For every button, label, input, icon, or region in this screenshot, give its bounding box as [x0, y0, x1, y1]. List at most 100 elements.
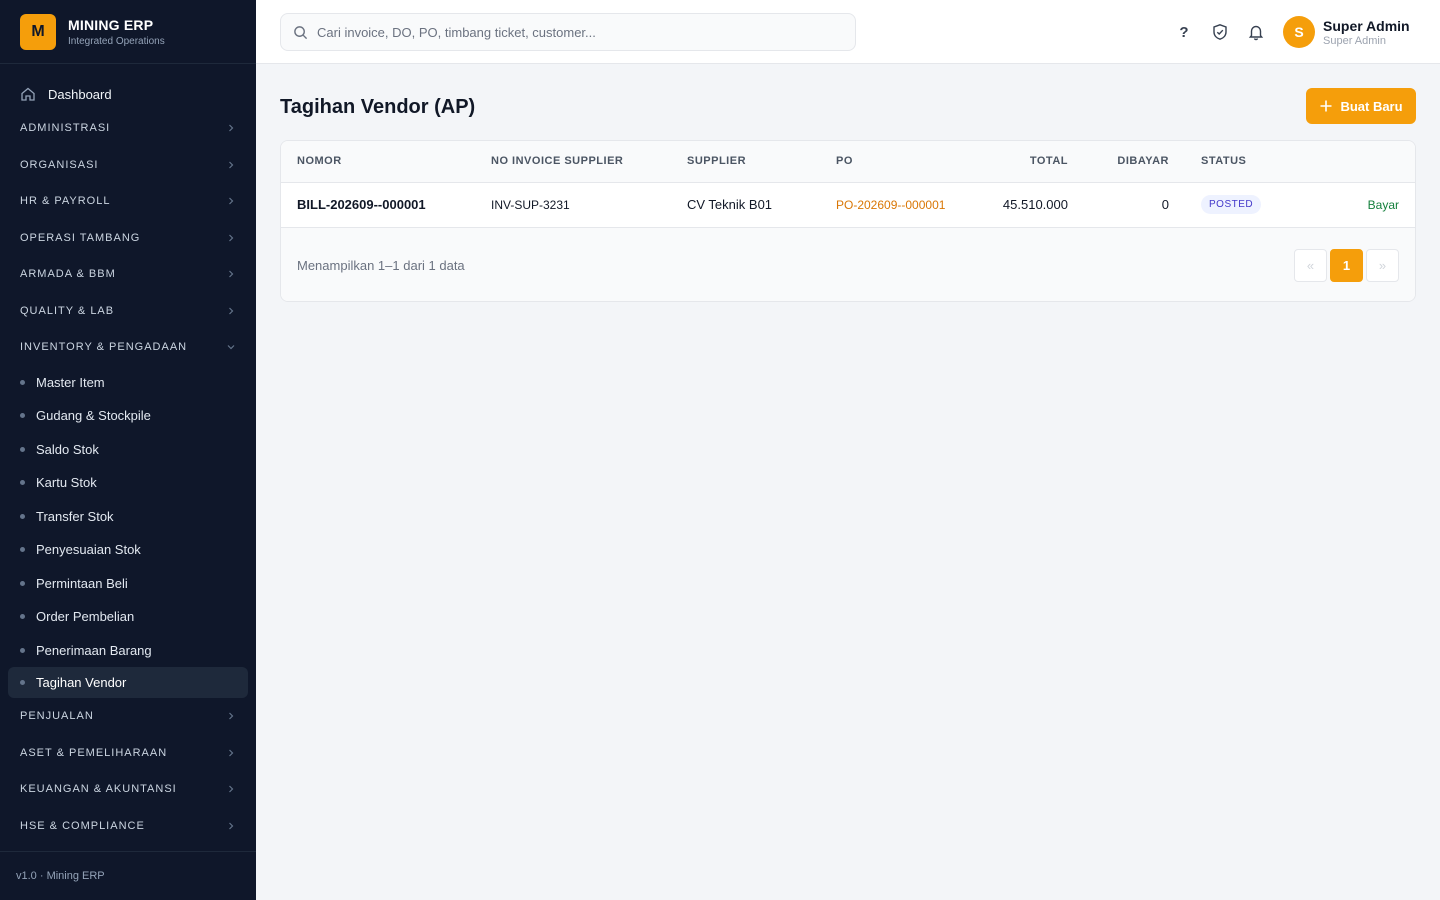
- sidebar-item-saldo-stok[interactable]: Saldo Stok: [8, 433, 248, 467]
- col-header-dibayar[interactable]: DIBAYAR: [1068, 141, 1169, 182]
- sidebar-footer: v1.0 · Mining ERP: [0, 851, 256, 900]
- sidebar-item-transfer-stok[interactable]: Transfer Stok: [8, 500, 248, 534]
- sidebar-item-label: Penerimaan Barang: [36, 642, 152, 658]
- pagination-summary: Menampilkan 1–1 dari 1 data: [297, 257, 465, 273]
- help-icon: ?: [1179, 23, 1189, 41]
- col-header-total[interactable]: TOTAL: [966, 141, 1068, 182]
- bullet-icon: [20, 413, 25, 419]
- sidebar-item-master-item[interactable]: Master Item: [8, 366, 248, 400]
- bullet-icon: [20, 480, 25, 486]
- avatar: S: [1283, 16, 1315, 48]
- sidebar-item-label: Transfer Stok: [36, 508, 114, 524]
- chevron-right-icon: [229, 712, 234, 720]
- col-header-invoice[interactable]: NO INVOICE SUPPLIER: [491, 141, 687, 182]
- sidebar-group-aset-pemeliharaan[interactable]: ASET & PEMELIHARAAN: [8, 735, 248, 772]
- user-name: Super Admin: [1323, 17, 1410, 34]
- brand-subtitle: Integrated Operations: [68, 35, 165, 47]
- next-page-button[interactable]: »: [1366, 248, 1399, 282]
- page-title: Tagihan Vendor (AP): [280, 96, 476, 118]
- col-header-po[interactable]: PO: [836, 141, 966, 182]
- group-label: ORGANISASI: [20, 158, 99, 171]
- bullet-icon: [20, 513, 25, 519]
- col-header-nomor[interactable]: NOMOR: [281, 141, 491, 182]
- security-button[interactable]: [1208, 20, 1232, 44]
- sidebar-item-penyesuaian-stok[interactable]: Penyesuaian Stok: [8, 533, 248, 567]
- prev-page-button[interactable]: «: [1294, 248, 1327, 282]
- chevron-right-icon: [229, 270, 234, 278]
- chevron-right-icon: [229, 822, 234, 830]
- pay-link[interactable]: Bayar: [1368, 198, 1399, 212]
- sidebar-item-dashboard[interactable]: Dashboard: [8, 78, 248, 110]
- search-input[interactable]: [317, 24, 837, 40]
- cell-nomor[interactable]: BILL-202609--000001: [281, 182, 491, 227]
- bullet-icon: [20, 446, 25, 452]
- brand-logo: M: [20, 13, 56, 50]
- group-label: QUALITY & LAB: [20, 304, 115, 317]
- sidebar-item-kartu-stok[interactable]: Kartu Stok: [8, 466, 248, 500]
- cell-supplier: CV Teknik B01: [687, 197, 773, 212]
- shield-check-icon: [1213, 24, 1227, 40]
- notifications-button[interactable]: [1244, 20, 1268, 44]
- col-header-supplier[interactable]: SUPPLIER: [687, 141, 836, 182]
- sidebar-group-hse-compliance[interactable]: HSE & COMPLIANCE: [8, 808, 248, 845]
- search-box[interactable]: [280, 13, 856, 51]
- sidebar: M MINING ERP Integrated Operations Dashb…: [0, 0, 256, 900]
- chevron-right-icon: [229, 197, 234, 205]
- cell-po-link[interactable]: PO-202609--000001: [836, 182, 966, 227]
- sidebar-nav: Dashboard ADMINISTRASI ORGANISASI HR & P…: [0, 64, 256, 844]
- sidebar-group-administrasi[interactable]: ADMINISTRASI: [8, 110, 248, 147]
- sidebar-group-penjualan[interactable]: PENJUALAN: [8, 698, 248, 735]
- group-label: INVENTORY & PENGADAAN: [20, 341, 188, 354]
- table-footer: Menampilkan 1–1 dari 1 data « 1 »: [281, 227, 1415, 301]
- sidebar-item-label: Dashboard: [48, 86, 112, 102]
- chevron-right-icon: [229, 161, 234, 169]
- bullet-icon: [20, 379, 25, 385]
- bills-table-card: NOMOR NO INVOICE SUPPLIER SUPPLIER PO TO…: [280, 140, 1416, 302]
- chevron-right-icon: [229, 749, 234, 757]
- brand-name: MINING ERP: [68, 16, 154, 33]
- bullet-icon: [20, 680, 25, 685]
- sidebar-group-keuangan-akuntansi[interactable]: KEUANGAN & AKUNTANSI: [8, 771, 248, 808]
- help-button[interactable]: ?: [1172, 20, 1196, 44]
- user-role: Super Admin: [1323, 34, 1386, 47]
- sidebar-item-label: Penyesuaian Stok: [36, 542, 141, 558]
- sidebar-item-label: Master Item: [36, 374, 105, 390]
- sidebar-group-armada-bbm[interactable]: ARMADA & BBM: [8, 256, 248, 293]
- table-row[interactable]: BILL-202609--000001 INV-SUP-3231 CV Tekn…: [281, 182, 1415, 227]
- sidebar-item-label: Gudang & Stockpile: [36, 408, 151, 424]
- col-header-status[interactable]: STATUS: [1169, 141, 1299, 182]
- sidebar-item-tagihan-vendor[interactable]: Tagihan Vendor: [8, 667, 248, 698]
- page-1-button[interactable]: 1: [1330, 248, 1363, 282]
- sidebar-item-label: Saldo Stok: [36, 441, 99, 457]
- sidebar-group-quality-lab[interactable]: QUALITY & LAB: [8, 293, 248, 330]
- sidebar-item-label: Permintaan Beli: [36, 575, 128, 591]
- sidebar-item-label: Tagihan Vendor: [36, 675, 127, 690]
- pagination: « 1 »: [1291, 248, 1399, 282]
- sidebar-group-organisasi[interactable]: ORGANISASI: [8, 147, 248, 184]
- group-label: ARMADA & BBM: [20, 268, 116, 281]
- sidebar-group-operasi-tambang[interactable]: OPERASI TAMBANG: [8, 220, 248, 257]
- group-label: KEUANGAN & AKUNTANSI: [20, 783, 177, 796]
- group-label: PENJUALAN: [20, 710, 94, 723]
- status-badge: POSTED: [1201, 195, 1262, 214]
- bell-icon: [1248, 25, 1264, 41]
- bullet-icon: [20, 547, 25, 553]
- cell-dibayar: 0: [1161, 197, 1169, 212]
- sidebar-group-hr-payroll[interactable]: HR & PAYROLL: [8, 183, 248, 220]
- sidebar-group-inventory-pengadaan[interactable]: INVENTORY & PENGADAAN: [8, 329, 248, 366]
- user-menu[interactable]: S Super Admin Super Admin: [1283, 16, 1410, 48]
- create-new-label: Buat Baru: [1340, 98, 1403, 114]
- group-label: HSE & COMPLIANCE: [20, 819, 145, 832]
- bullet-icon: [20, 647, 25, 653]
- sidebar-item-label: Order Pembelian: [36, 609, 135, 625]
- create-new-button[interactable]: Buat Baru: [1306, 88, 1416, 124]
- sidebar-item-penerimaan-barang[interactable]: Penerimaan Barang: [8, 634, 248, 668]
- sidebar-item-permintaan-beli[interactable]: Permintaan Beli: [8, 567, 248, 601]
- cell-invoice: INV-SUP-3231: [491, 197, 570, 212]
- group-label: OPERASI TAMBANG: [20, 231, 141, 244]
- cell-total: 45.510.000: [1002, 197, 1068, 212]
- chevron-down-icon: [227, 345, 235, 350]
- sidebar-item-order-pembelian[interactable]: Order Pembelian: [8, 600, 248, 634]
- home-icon: [21, 87, 35, 101]
- sidebar-item-gudang-stockpile[interactable]: Gudang & Stockpile: [8, 399, 248, 433]
